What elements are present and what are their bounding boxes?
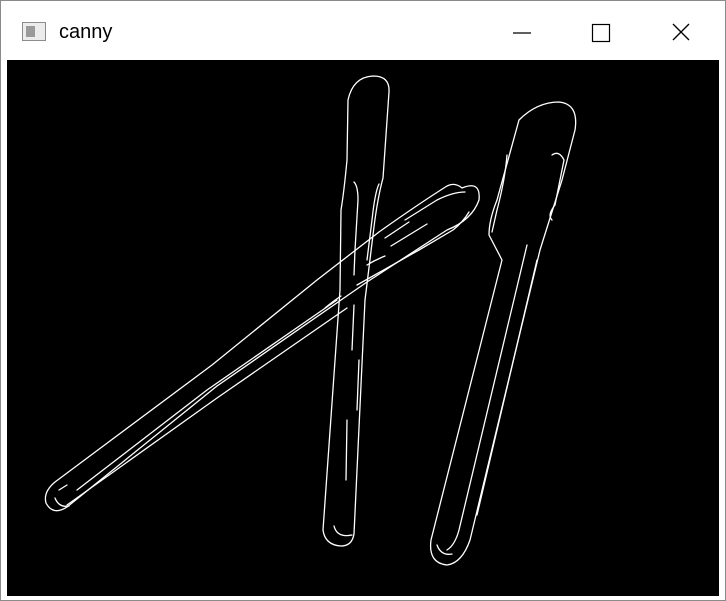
app-window-icon-pane: [26, 26, 35, 37]
pen-edge-vertical-bottom-detail: [333, 525, 353, 537]
maximize-button[interactable]: [561, 1, 641, 59]
window-title: canny: [59, 21, 113, 43]
pen-edge-diagonal-shaft-line-2: [66, 307, 348, 506]
edge-drawing: [44, 75, 577, 566]
pen-edge-vertical-mid-detail: [345, 304, 360, 481]
app-window-icon[interactable]: [22, 22, 46, 41]
minimize-button[interactable]: [481, 1, 561, 59]
pen-edge-right-inner-left: [491, 154, 508, 233]
close-icon: [672, 23, 690, 41]
pen-edge-diagonal-inner-top: [404, 191, 466, 221]
title-bar[interactable]: canny: [1, 1, 725, 59]
minimize-icon: [513, 32, 531, 34]
pen-edge-right-outline: [429, 101, 577, 566]
pen-edge-diagonal-inner-bottom: [356, 211, 470, 286]
pen-edge-right-shaft-line-2: [476, 259, 538, 516]
pen-edge-vertical-inner-left: [353, 181, 359, 276]
app-window: canny: [0, 0, 726, 601]
pen-edge-diagonal-shaft-line: [76, 299, 338, 491]
canny-edge-image: [7, 60, 719, 596]
pen-edge-diagonal-end-detail: [54, 484, 70, 507]
maximize-icon: [591, 23, 611, 43]
pen-edge-vertical-inner-right: [366, 183, 380, 261]
pen-edge-right-bottom-detail: [436, 544, 453, 555]
pen-edge-right-inner-clip: [549, 152, 565, 221]
close-button[interactable]: [645, 1, 725, 59]
pen-edge-right-shaft-line: [446, 244, 528, 551]
pen-edge-vertical-outline: [322, 75, 390, 547]
pen-edge-diagonal-outline: [44, 183, 480, 512]
